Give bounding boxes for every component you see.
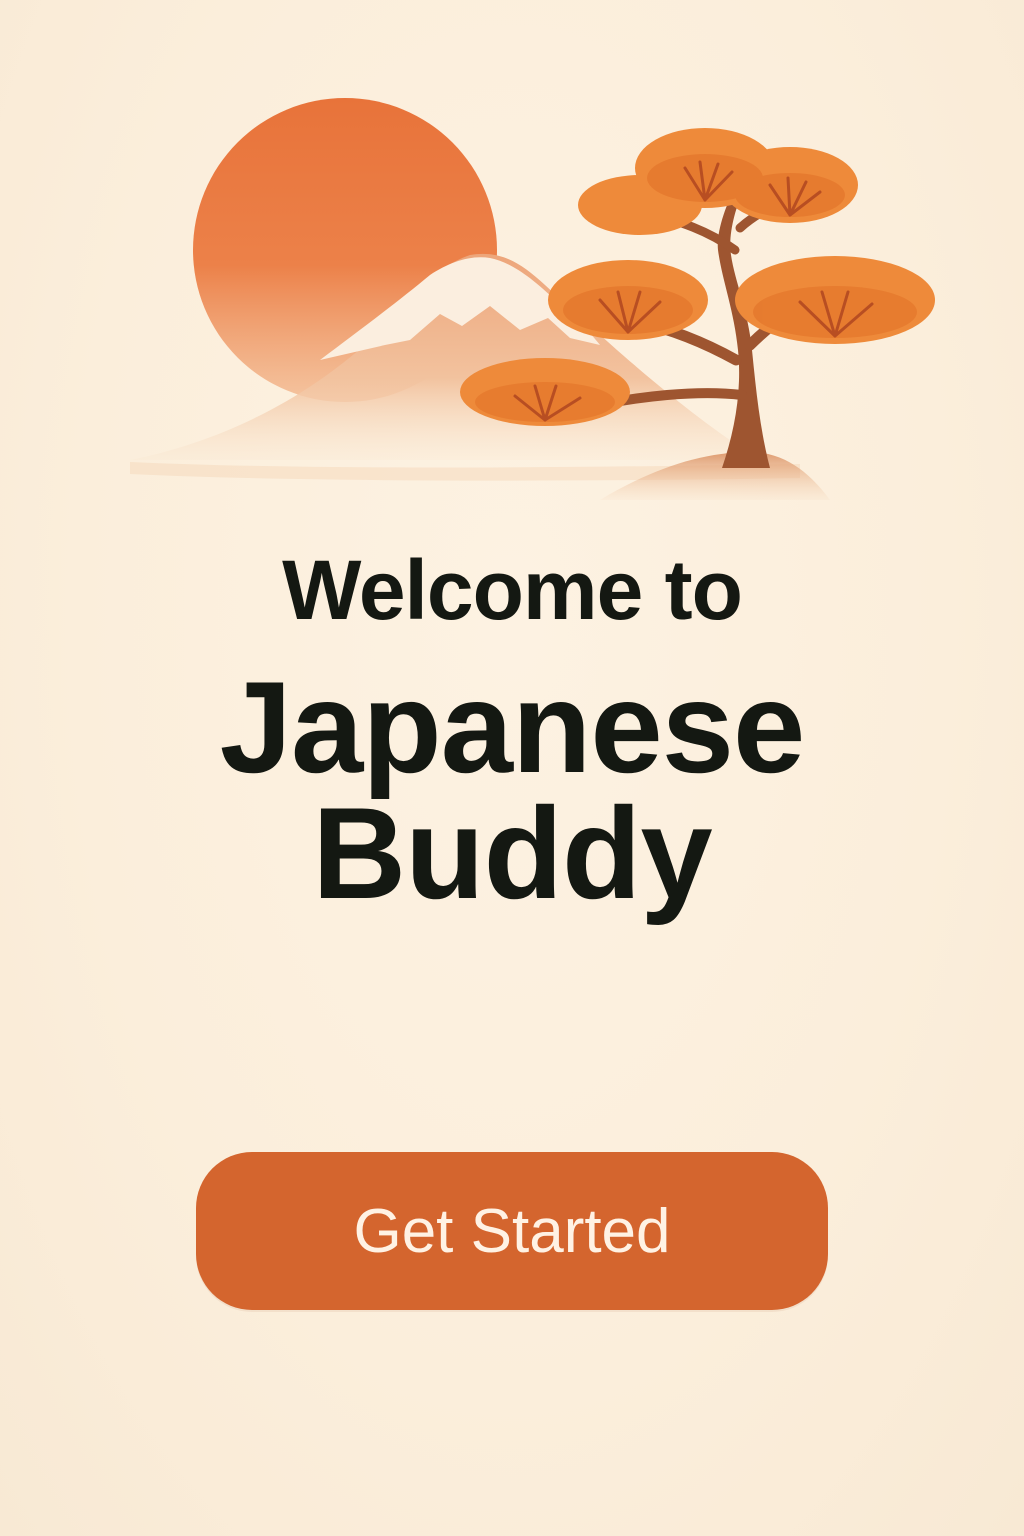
get-started-label: Get Started (353, 1196, 671, 1266)
app-title-line1: Japanese (219, 654, 806, 800)
hero-illustration (0, 0, 1024, 520)
welcome-heading: Welcome to (282, 543, 743, 637)
get-started-button[interactable]: Get Started (196, 1152, 828, 1310)
welcome-screen: Welcome to Japanese Buddy Get Started (0, 0, 1024, 1536)
app-title-line2: Buddy (312, 780, 712, 926)
landscape-illustration (130, 98, 935, 500)
app-title: Japanese Buddy (0, 654, 1024, 926)
